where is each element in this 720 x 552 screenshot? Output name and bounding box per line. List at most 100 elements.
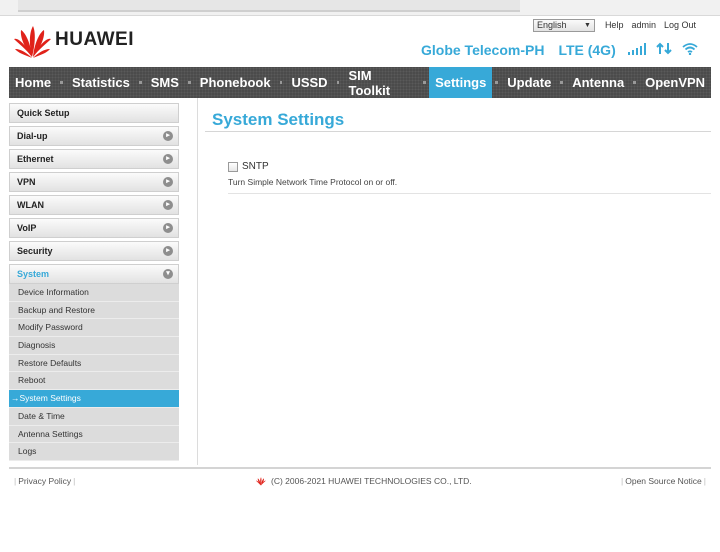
nav-item-update[interactable]: Update bbox=[501, 67, 557, 98]
footer-left: | Privacy Policy | bbox=[12, 476, 77, 486]
sidebar-item-dial-up[interactable]: Dial-up ▸ bbox=[9, 126, 179, 146]
page-title: System Settings bbox=[212, 110, 345, 129]
chevron-down-icon: ▼ bbox=[584, 21, 591, 29]
signal-strength-icon bbox=[627, 42, 646, 58]
submenu-item-device-information[interactable]: Device Information bbox=[9, 284, 179, 302]
wifi-icon bbox=[682, 42, 698, 58]
nav-item-antenna[interactable]: Antenna bbox=[566, 67, 630, 98]
nav-item-settings[interactable]: Settings bbox=[429, 67, 493, 98]
nav-separator bbox=[187, 81, 191, 84]
language-value: English bbox=[536, 19, 567, 30]
sntp-description: Turn Simple Network Time Protocol on or … bbox=[228, 177, 398, 187]
sidebar-item-label: Ethernet bbox=[17, 154, 54, 164]
nav-item-phonebook[interactable]: Phonebook bbox=[194, 67, 277, 98]
submenu-item-diagnosis[interactable]: Diagnosis bbox=[9, 337, 179, 355]
submenu-item-label: Antenna Settings bbox=[18, 428, 83, 439]
sidebar-item-label: Security bbox=[17, 246, 53, 256]
submenu-item-label: Backup and Restore bbox=[18, 304, 96, 315]
submenu-item-antenna-settings[interactable]: Antenna Settings bbox=[9, 426, 179, 444]
submenu-item-label: Logs bbox=[18, 446, 37, 457]
separator: | bbox=[73, 476, 76, 486]
sidebar-item-label: WLAN bbox=[17, 200, 44, 210]
sntp-checkbox[interactable] bbox=[228, 162, 238, 172]
copyright-text: (C) 2006-2021 HUAWEI TECHNOLOGIES CO., L… bbox=[271, 476, 472, 486]
privacy-policy-link[interactable]: Privacy Policy bbox=[18, 476, 71, 486]
sidebar: Quick Setup Dial-up ▸ Ethernet ▸ VPN ▸ WLAN ▸ VoI… bbox=[9, 103, 179, 461]
language-select[interactable]: English ▼ bbox=[532, 18, 595, 32]
submenu-item-restore-defaults[interactable]: Restore Defaults bbox=[9, 355, 179, 373]
sidebar-item-security[interactable]: Security ▸ bbox=[9, 241, 179, 261]
footer-copyright: (C) 2006-2021 HUAWEI TECHNOLOGIES CO., L… bbox=[255, 476, 472, 486]
submenu-item-reboot[interactable]: Reboot bbox=[9, 372, 179, 391]
arrow-right-icon: → bbox=[11, 393, 20, 404]
sidebar-item-label: Quick Setup bbox=[17, 108, 70, 118]
carrier-name: Globe Telecom-PH bbox=[421, 42, 545, 58]
nav-item-ussd[interactable]: USSD bbox=[285, 67, 333, 98]
sidebar-item-vpn[interactable]: VPN ▸ bbox=[9, 172, 179, 192]
sidebar-item-system[interactable]: System ▾ bbox=[9, 264, 179, 284]
data-transfer-icon bbox=[656, 42, 672, 58]
submenu-item-date-time[interactable]: Date & Time bbox=[9, 408, 179, 426]
main-nav: Home Statistics SMS Phonebook USSD SIM Toolki… bbox=[9, 67, 711, 98]
top-strip-bar bbox=[18, 0, 520, 12]
submenu-item-label: Device Information bbox=[18, 287, 89, 297]
submenu-item-modify-password[interactable]: Modify Password bbox=[9, 319, 179, 338]
chevron-right-icon: ▸ bbox=[163, 154, 173, 164]
submenu-item-label: Restore Defaults bbox=[18, 357, 82, 368]
chevron-right-icon: ▸ bbox=[163, 200, 173, 210]
open-source-notice-link[interactable]: Open Source Notice bbox=[625, 476, 702, 486]
logout-link[interactable]: Log Out bbox=[660, 20, 700, 30]
sidebar-item-label: VoIP bbox=[17, 223, 37, 233]
submenu-item-system-settings[interactable]: →System Settings bbox=[9, 390, 179, 408]
sidebar-item-label: Dial-up bbox=[17, 131, 48, 141]
brand-name: HUAWEI bbox=[55, 29, 134, 50]
utility-bar: English ▼ Help admin Log Out bbox=[532, 17, 700, 33]
chevron-right-icon: ▸ bbox=[163, 246, 173, 256]
submenu-item-label: System Settings bbox=[19, 393, 81, 404]
huawei-small-logo-icon bbox=[255, 476, 266, 485]
huawei-petal-icon bbox=[14, 26, 51, 58]
sidebar-item-wlan[interactable]: WLAN ▸ bbox=[9, 195, 179, 215]
title-divider bbox=[205, 131, 711, 132]
submenu-item-label: Diagnosis bbox=[18, 340, 56, 351]
description-divider bbox=[228, 193, 711, 194]
browser-top-strip bbox=[0, 0, 720, 16]
sidebar-item-label: VPN bbox=[17, 177, 36, 187]
nav-separator bbox=[60, 81, 64, 84]
sntp-label: SNTP bbox=[242, 160, 269, 172]
sidebar-divider bbox=[197, 98, 198, 465]
nav-separator bbox=[423, 81, 427, 84]
separator: | bbox=[703, 476, 706, 486]
footer: | Privacy Policy | (C) 2006-2021 HUAWEI TE… bbox=[9, 474, 711, 488]
submenu-item-backup-and-restore[interactable]: Backup and Restore bbox=[9, 302, 179, 320]
sidebar-item-label: System bbox=[17, 269, 50, 279]
sidebar-item-voip[interactable]: VoIP ▸ bbox=[9, 218, 179, 238]
chevron-down-icon: ▾ bbox=[163, 269, 173, 279]
submenu-item-logs[interactable]: Logs bbox=[9, 443, 179, 461]
nav-item-sim-toolkit[interactable]: SIM Toolkit bbox=[342, 67, 420, 98]
footer-right: | Open Source Notice | bbox=[619, 476, 708, 486]
submenu-item-label: Reboot bbox=[18, 375, 46, 386]
chevron-right-icon: ▸ bbox=[163, 177, 173, 187]
help-link[interactable]: Help bbox=[601, 20, 628, 30]
connection-status: Globe Telecom-PH LTE (4G) bbox=[421, 40, 708, 60]
submenu-item-label: Date & Time bbox=[18, 410, 65, 421]
sidebar-item-quick-setup[interactable]: Quick Setup bbox=[9, 103, 179, 123]
nav-item-sms[interactable]: SMS bbox=[145, 67, 185, 98]
footer-divider bbox=[9, 467, 711, 469]
nav-separator bbox=[560, 81, 564, 84]
sidebar-item-ethernet[interactable]: Ethernet ▸ bbox=[9, 149, 179, 169]
system-submenu: Device Information Backup and Restore Modi… bbox=[9, 284, 179, 461]
nav-item-statistics[interactable]: Statistics bbox=[66, 67, 136, 98]
user-link[interactable]: admin bbox=[627, 20, 660, 30]
submenu-item-label: Modify Password bbox=[18, 322, 83, 333]
nav-separator bbox=[336, 81, 340, 84]
chevron-right-icon: ▸ bbox=[163, 223, 173, 233]
nav-separator bbox=[495, 81, 499, 84]
nav-separator bbox=[138, 81, 142, 84]
sntp-row: SNTP bbox=[228, 160, 269, 172]
nav-item-home[interactable]: Home bbox=[9, 67, 57, 98]
nav-item-openvpn[interactable]: OpenVPN bbox=[639, 67, 711, 98]
nav-separator bbox=[633, 81, 637, 84]
nav-separator bbox=[279, 81, 283, 84]
